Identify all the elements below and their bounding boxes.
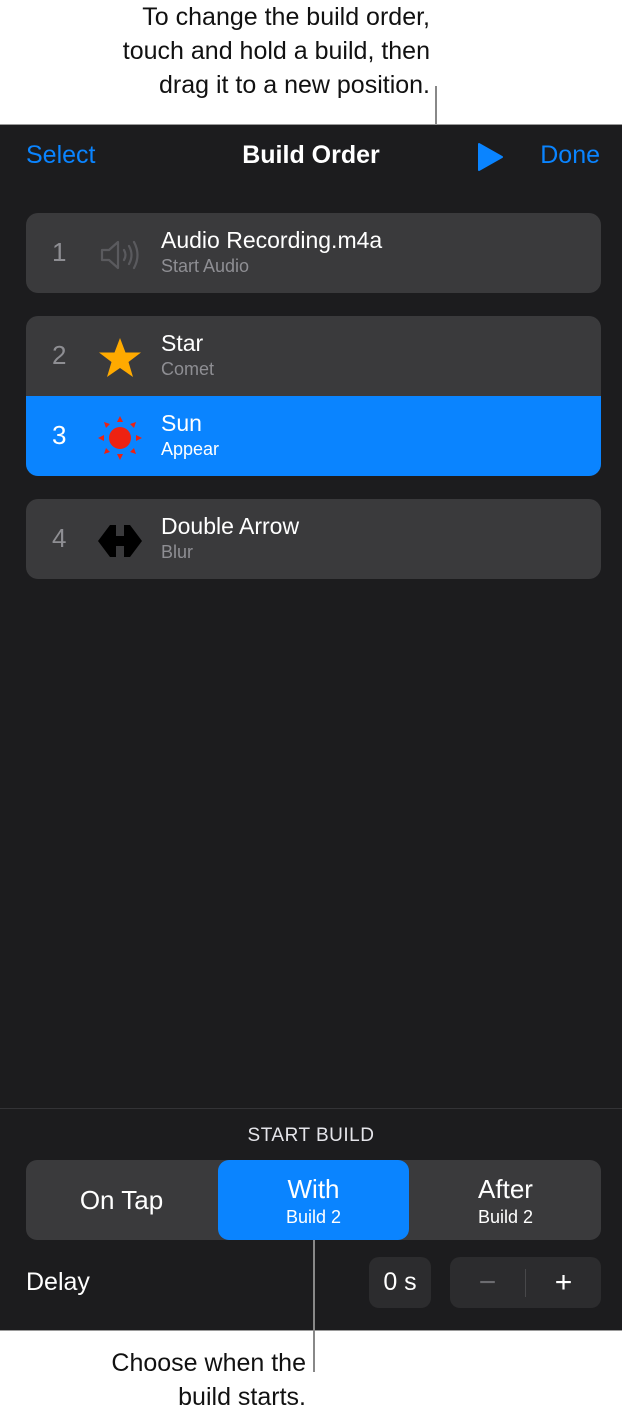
build-effect: Blur [161, 542, 194, 562]
segment-sublabel: Build 2 [285, 1207, 342, 1227]
select-button[interactable]: Select [26, 141, 95, 170]
speaker-icon [100, 240, 139, 270]
build-number: 3 [52, 420, 67, 450]
decrement-button[interactable]: − [450, 1257, 525, 1308]
start-build-segmented-control: On Tap With Build 2 After Build 2 [26, 1160, 601, 1240]
build-number: 1 [52, 237, 67, 267]
callout-line: To change the build order, [142, 3, 430, 31]
double-arrow-icon [98, 525, 142, 557]
delay-stepper: − + [450, 1257, 601, 1308]
navigation-bar: Select Build Order Done [0, 125, 622, 189]
segment-sublabel: Build 2 [477, 1207, 534, 1227]
build-number: 2 [52, 340, 67, 370]
segment-label: After [478, 1174, 533, 1204]
build-row[interactable]: 1 Audio Recording.m4a Start Audio [26, 213, 601, 293]
segment-after[interactable]: After Build 2 [410, 1160, 601, 1240]
section-divider [0, 1108, 622, 1109]
callout-reorder: To change the build order, touch and hol… [0, 0, 430, 102]
start-build-label: START BUILD [247, 1125, 375, 1146]
callout-line: build starts. [178, 1383, 306, 1411]
star-icon [99, 338, 141, 377]
callout-line: drag it to a new position. [159, 71, 430, 99]
build-title: Sun [161, 410, 202, 436]
build-title: Audio Recording.m4a [161, 227, 383, 253]
callout-leader-line [313, 1240, 315, 1372]
increment-button[interactable]: + [526, 1257, 601, 1308]
build-effect: Comet [161, 359, 215, 379]
build-order-panel: Select Build Order Done 1 Audio Recordin… [0, 124, 622, 1331]
build-group: 1 Audio Recording.m4a Start Audio [26, 213, 601, 293]
build-group: 2 Star Comet 3 Sun Appear [26, 316, 601, 476]
play-icon[interactable] [476, 142, 504, 172]
segment-on-tap[interactable]: On Tap [26, 1160, 217, 1240]
build-row[interactable]: 4 Double Arrow Blur [26, 499, 601, 579]
delay-label: Delay [26, 1268, 90, 1296]
build-effect: Start Audio [161, 256, 250, 276]
build-row[interactable]: 2 Star Comet [26, 316, 601, 396]
segment-with[interactable]: With Build 2 [218, 1160, 409, 1240]
callout-start-build: Choose when the build starts. [6, 1346, 306, 1414]
segment-label: On Tap [79, 1185, 164, 1215]
callout-line: touch and hold a build, then [122, 37, 430, 65]
delay-value[interactable]: 0 s [369, 1257, 431, 1308]
build-row-selected[interactable]: 3 Sun Appear [26, 396, 601, 476]
done-button[interactable]: Done [540, 141, 600, 170]
segment-label: With [287, 1174, 340, 1204]
build-title: Double Arrow [161, 513, 300, 539]
sun-icon [98, 416, 142, 460]
callout-line: Choose when the [111, 1349, 306, 1377]
build-effect: Appear [161, 439, 220, 459]
build-group: 4 Double Arrow Blur [26, 499, 601, 579]
build-number: 4 [52, 523, 67, 553]
build-title: Star [161, 330, 204, 356]
